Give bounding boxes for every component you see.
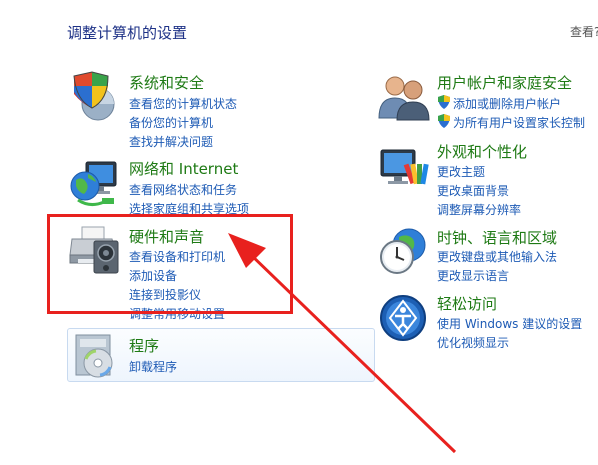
annotation-arrow (228, 233, 457, 454)
